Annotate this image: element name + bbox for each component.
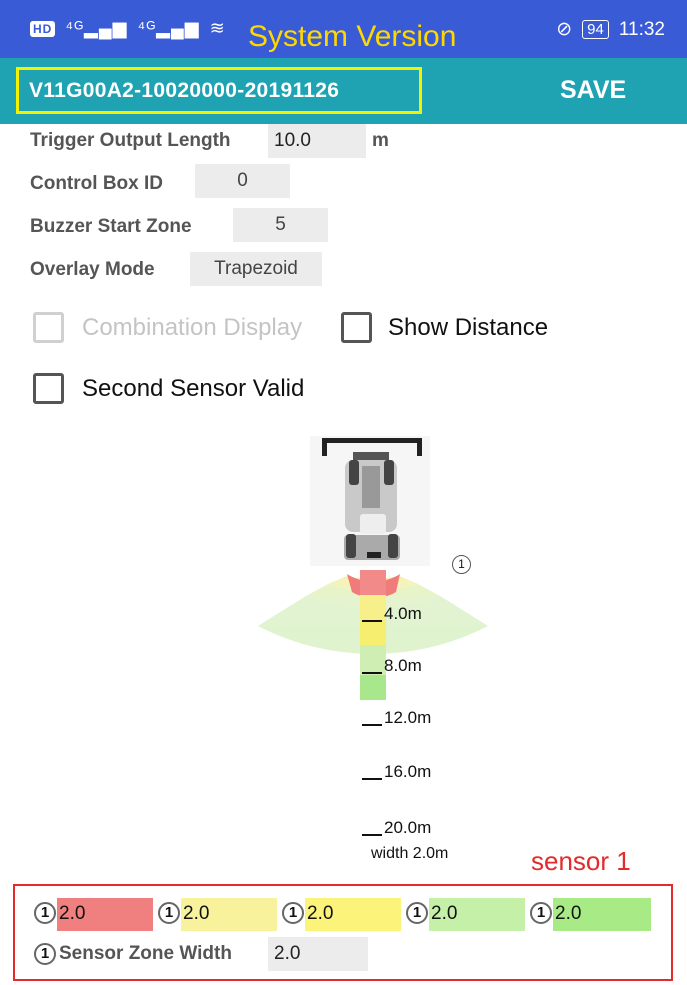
tick-16m — [362, 778, 382, 780]
zone-4-badge: 1 — [406, 902, 428, 924]
forklift-icon — [310, 436, 430, 566]
tick-label-8m: 8.0m — [384, 656, 422, 675]
distance-column — [360, 570, 386, 700]
zone-2-badge: 1 — [158, 902, 180, 924]
zone-width-badge: 1 — [34, 943, 56, 965]
zone-2-input[interactable]: 2.0 — [181, 898, 277, 931]
sensor-title: sensor 1 — [531, 846, 631, 876]
sensor-zone-width-label: Sensor Zone Width — [59, 943, 232, 964]
zone-3-badge: 1 — [282, 902, 304, 924]
tick-4m — [362, 620, 382, 622]
column-yellow-1 — [360, 595, 386, 620]
tick-label-12m: 12.0m — [384, 708, 432, 727]
column-yellow-2 — [360, 620, 386, 645]
detection-diagram — [258, 436, 488, 700]
tick-8m — [362, 672, 382, 674]
zone-1-input[interactable]: 2.0 — [57, 898, 153, 931]
zone-5-badge: 1 — [530, 902, 552, 924]
sensor-zone-width-input[interactable]: 2.0 — [268, 937, 368, 971]
zone-4-input[interactable]: 2.0 — [429, 898, 525, 931]
tick-label-16m: 16.0m — [384, 762, 432, 781]
tick-12m — [362, 724, 382, 726]
zone-3-input[interactable]: 2.0 — [305, 898, 401, 931]
zone-5-input[interactable]: 2.0 — [553, 898, 651, 931]
tick-20m — [362, 834, 382, 836]
zone-1-badge: 1 — [34, 902, 56, 924]
column-green-2 — [360, 675, 386, 700]
tick-label-20m: 20.0m — [384, 818, 432, 837]
width-label: width 2.0m — [371, 845, 449, 862]
sensor-position-badge: 1 — [452, 555, 471, 574]
tick-label-4m: 4.0m — [384, 604, 422, 623]
column-green-1 — [360, 645, 386, 675]
column-red — [360, 570, 386, 595]
